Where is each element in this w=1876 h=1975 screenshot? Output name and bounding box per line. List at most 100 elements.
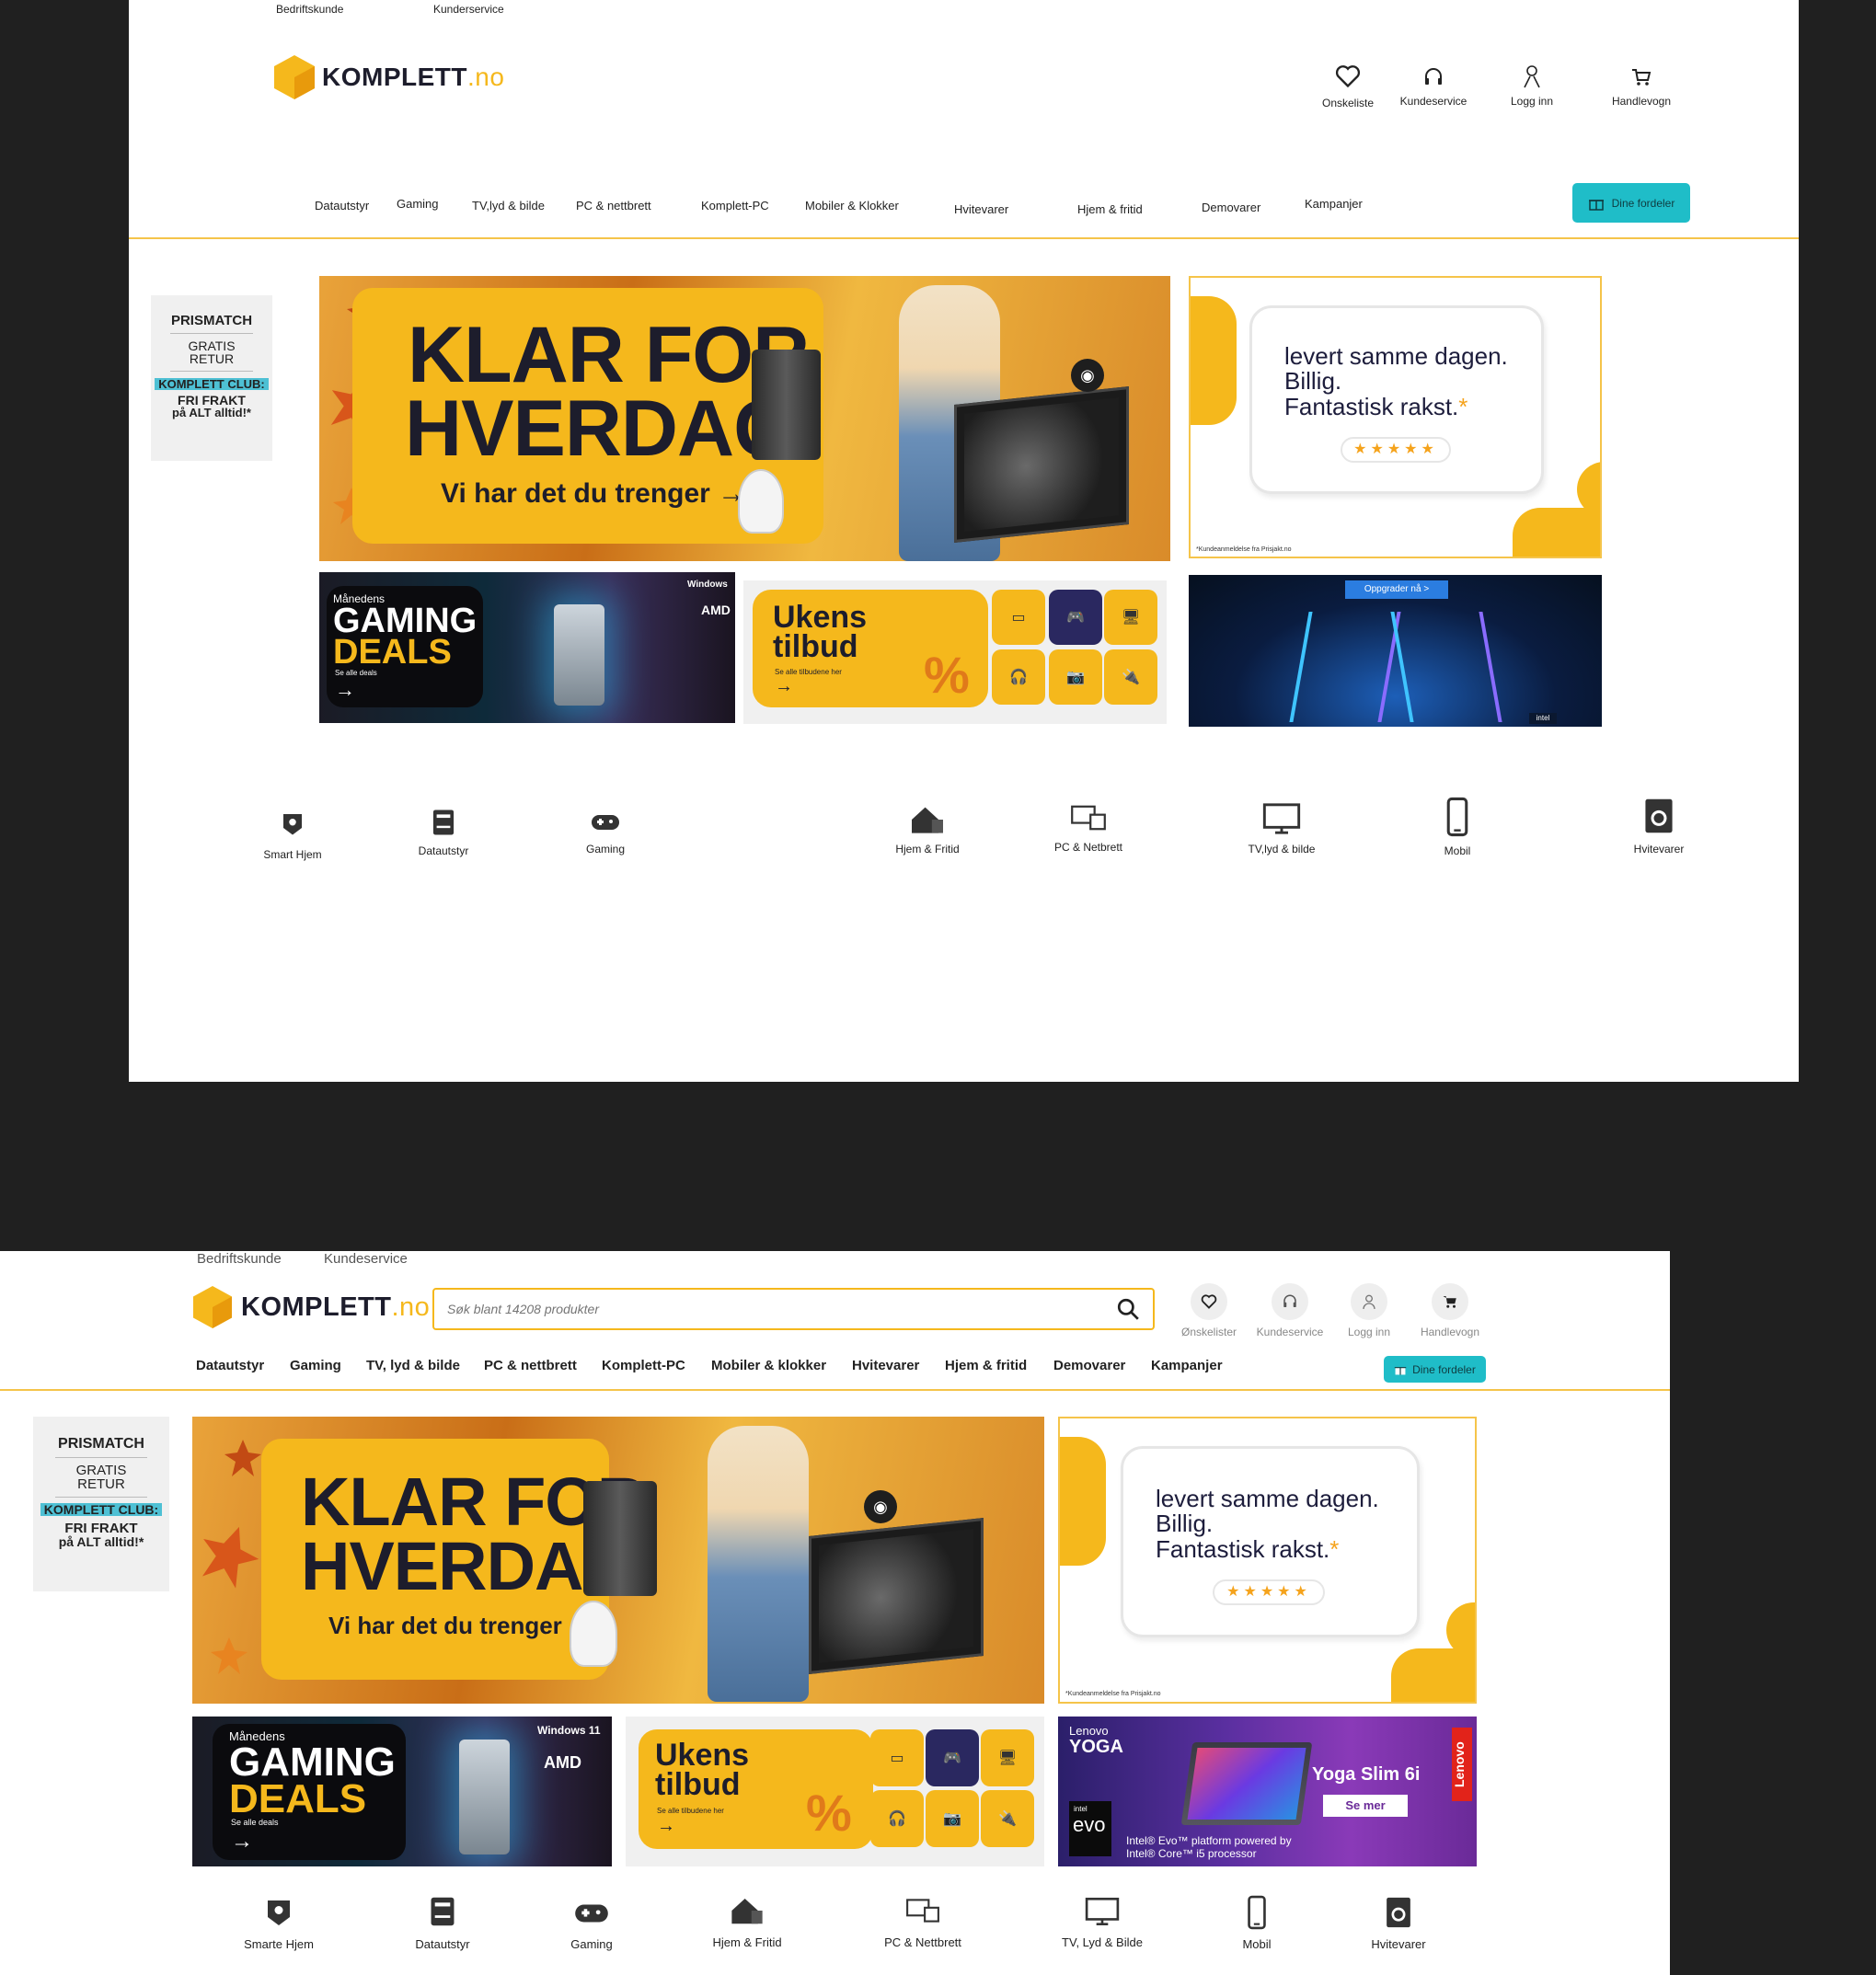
top-page: Bedriftskunde Kunderservice KOMPLETT.no …: [129, 0, 1799, 1082]
gaming-deals-banner[interactable]: Månedens GAMING DEALS Se alle deals → Wi…: [192, 1717, 612, 1866]
nav-item-gaming[interactable]: Gaming: [290, 1358, 341, 1373]
nav-item-mobiler[interactable]: Mobiler & klokker: [711, 1358, 826, 1373]
lenovo-banner[interactable]: Lenovo YOGA Yoga Slim 6i Se mer Lenovo i…: [1058, 1717, 1477, 1866]
wishlist-button[interactable]: Ønskelister: [1176, 1283, 1242, 1338]
cart-icon: [1443, 1296, 1456, 1308]
tv-icon: [1262, 803, 1301, 834]
quick-cat-smart-hjem[interactable]: Smarte Hjem: [233, 1895, 325, 1951]
gamepad-icon: [575, 1904, 608, 1923]
user-icon: [1524, 65, 1540, 88]
cart-button[interactable]: Handlevogn: [1413, 1283, 1487, 1338]
charger-icon: 🔌: [1104, 649, 1157, 705]
gaming-deals-banner[interactable]: Månedens GAMING DEALS Se alle deals → Wi…: [319, 572, 735, 723]
site-logo[interactable]: KOMPLETT.no: [193, 1286, 430, 1328]
wifi-icon: ◉: [864, 1490, 897, 1523]
trust-box: PRISMATCH GRATIS RETUR KOMPLETT CLUB: FR…: [151, 295, 272, 461]
utility-link-bedriftskunde[interactable]: Bedriftskunde: [197, 1251, 282, 1267]
site-logo[interactable]: KOMPLETT.no: [274, 55, 504, 99]
nav-item-gaming[interactable]: Gaming: [397, 197, 439, 211]
utility-link-kundeservice[interactable]: Kunderservice: [433, 3, 504, 16]
search-bar[interactable]: [432, 1288, 1155, 1330]
search-input[interactable]: [447, 1302, 1116, 1316]
phone-icon: [1248, 1895, 1266, 1930]
benefits-button[interactable]: Dine fordeler: [1384, 1356, 1486, 1383]
quick-cat-smart-hjem[interactable]: Smart Hjem: [247, 810, 339, 861]
quick-cat-gaming[interactable]: Gaming: [546, 1900, 638, 1951]
nav-item-mobiler[interactable]: Mobiler & Klokker: [805, 199, 899, 212]
quick-cat-mobil[interactable]: Mobil: [1421, 797, 1494, 857]
gift-icon: [1394, 1366, 1407, 1374]
user-icon: [1363, 1294, 1375, 1310]
headset-icon: [1425, 68, 1442, 85]
quick-cat-hjem[interactable]: Hjem & Fritid: [701, 1895, 793, 1949]
washing-machine-icon: [1645, 798, 1673, 833]
quick-cat-hvitevarer[interactable]: Hvitevarer: [1352, 1895, 1444, 1951]
nav-item-datautstyr[interactable]: Datautstyr: [196, 1358, 264, 1373]
heart-icon: [1201, 1294, 1217, 1309]
nav-item-kampanjer[interactable]: Kampanjer: [1151, 1358, 1223, 1373]
bottom-page: Bedriftskunde Kundeservice KOMPLETT.no Ø…: [0, 1251, 1670, 1975]
nav-item-demovarer[interactable]: Demovarer: [1053, 1358, 1125, 1373]
utility-link-bedriftskunde[interactable]: Bedriftskunde: [276, 3, 343, 16]
nav-item-tv[interactable]: TV, lyd & bilde: [366, 1358, 460, 1373]
utility-link-kundeservice[interactable]: Kundeservice: [324, 1251, 408, 1267]
logo-cube-icon: [274, 55, 315, 99]
weekly-deals-banner[interactable]: Ukens tilbud Se alle tilbudene her → % ▭…: [743, 580, 1167, 724]
quick-cat-pc[interactable]: PC & Netbrett: [1042, 804, 1134, 854]
nav-item-tv[interactable]: TV,lyd & bilde: [472, 199, 545, 212]
quick-cat-datautstyr[interactable]: Datautstyr: [407, 808, 480, 857]
storage-icon: [431, 1897, 455, 1926]
search-icon[interactable]: [1116, 1297, 1140, 1321]
quick-cat-datautstyr[interactable]: Datautstyr: [397, 1895, 489, 1951]
camera-icon: 📷: [926, 1790, 979, 1847]
gamepad-icon: [592, 815, 619, 830]
weekly-deals-banner[interactable]: Ukens tilbud Se alle tilbudene her → % ▭…: [626, 1717, 1044, 1866]
hero-banner[interactable]: KLAR FOR HVERDAG! Vi har det du trenger …: [192, 1417, 1044, 1704]
cart-button[interactable]: Handlevogn: [1605, 66, 1678, 108]
camera-icon: 📷: [1049, 649, 1102, 705]
nav-item-hjem[interactable]: Hjem & fritid: [1077, 202, 1143, 216]
nav-item-komplett-pc[interactable]: Komplett-PC: [602, 1358, 685, 1373]
security-camera: [738, 469, 784, 534]
nav-item-kampanjer[interactable]: Kampanjer: [1305, 197, 1363, 211]
nav-item-komplett-pc[interactable]: Komplett-PC: [701, 199, 769, 212]
quick-cat-tv[interactable]: TV, Lyd & Bilde: [1047, 1897, 1157, 1949]
hero-tv: [954, 386, 1129, 543]
review-banner[interactable]: levert samme dagen. Billig. Fantastisk r…: [1058, 1417, 1477, 1704]
see-more-button[interactable]: Se mer: [1323, 1795, 1408, 1817]
phone-icon: [1446, 797, 1468, 837]
upgrade-button[interactable]: Oppgrader nå >: [1345, 580, 1448, 599]
quick-cat-pc[interactable]: PC & Nettbrett: [872, 1897, 973, 1949]
benefits-button[interactable]: Dine fordeler: [1572, 183, 1690, 223]
hero-banner[interactable]: KLAR FOR HVERDAG! Vi har det du trenger …: [319, 276, 1170, 561]
nav-item-demovarer[interactable]: Demovarer: [1202, 201, 1260, 214]
quick-cat-hvitevarer[interactable]: Hvitevarer: [1613, 797, 1705, 855]
login-button[interactable]: Logg inn: [1336, 1283, 1402, 1338]
customer-service-button[interactable]: Kundeservice: [1253, 1283, 1327, 1338]
quick-cat-tv[interactable]: TV,lyd & bilde: [1231, 802, 1332, 855]
pc-tablet-icon: [906, 1899, 939, 1923]
review-banner[interactable]: levert samme dagen. Billig. Fantastisk r…: [1189, 276, 1602, 558]
nav-item-hjem[interactable]: Hjem & fritid: [945, 1358, 1027, 1373]
nav-item-datautstyr[interactable]: Datautstyr: [315, 199, 369, 212]
customer-service-button[interactable]: Kundeservice: [1391, 66, 1476, 108]
tablet-icon: ▭: [992, 590, 1045, 645]
rating-stars: ★★★★★: [1341, 437, 1451, 463]
header-divider: [129, 237, 1799, 239]
quick-cat-mobil[interactable]: Mobil: [1220, 1895, 1294, 1951]
nav-item-hvitevarer[interactable]: Hvitevarer: [852, 1358, 919, 1373]
storage-icon: [432, 810, 455, 835]
nav-item-pc[interactable]: PC & nettbrett: [576, 199, 651, 212]
quick-cat-gaming[interactable]: Gaming: [569, 811, 642, 855]
nav-item-pc[interactable]: PC & nettbrett: [484, 1358, 577, 1373]
quick-cat-hjem[interactable]: Hjem & Fritid: [881, 804, 973, 855]
monitor-icon: 🖥: [1104, 590, 1157, 645]
wishlist-button[interactable]: Onskeliste: [1316, 64, 1380, 109]
intel-banner[interactable]: Oppgrader nå > intel: [1189, 575, 1602, 727]
heart-icon: [1335, 65, 1361, 88]
logo-cube-icon: [193, 1286, 232, 1328]
headphones-icon: 🎧: [870, 1790, 924, 1847]
login-button[interactable]: Logg inn: [1500, 64, 1564, 108]
monitor-icon: 🖥: [981, 1729, 1034, 1786]
nav-item-hvitevarer[interactable]: Hvitevarer: [954, 202, 1008, 216]
